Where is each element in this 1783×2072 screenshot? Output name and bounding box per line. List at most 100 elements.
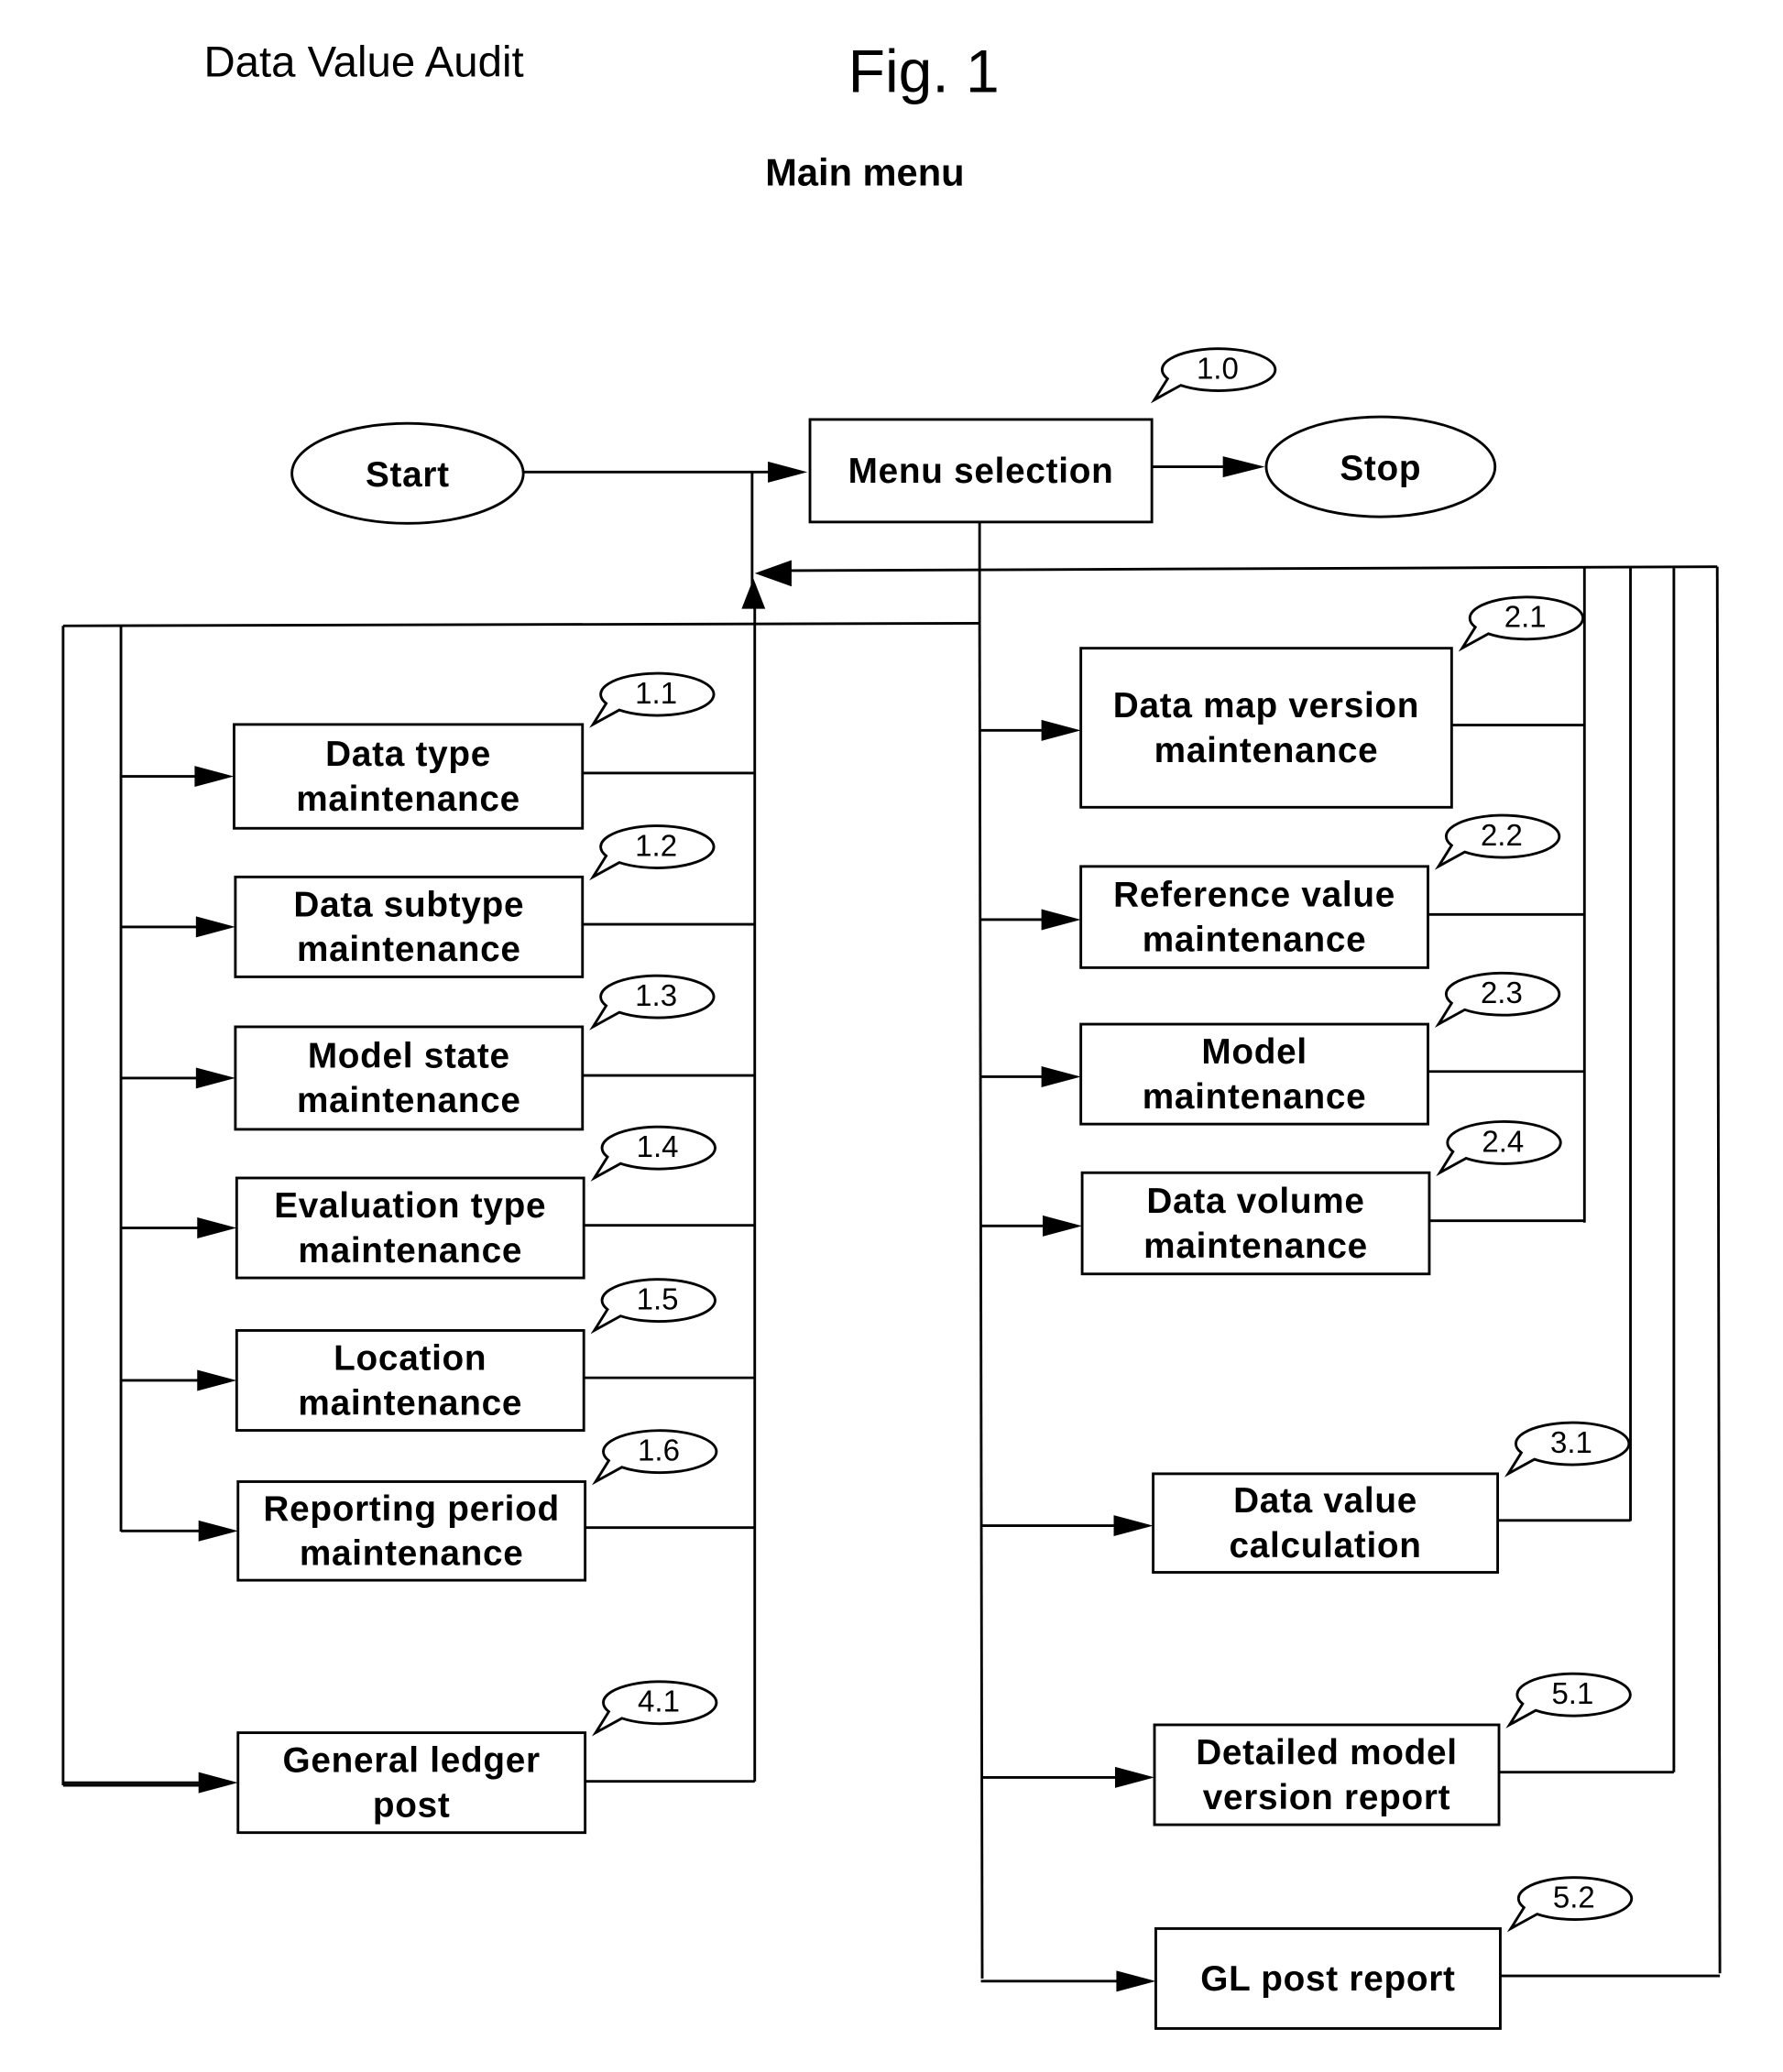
process-label-line: maintenance bbox=[1143, 920, 1367, 959]
process-label-line: Evaluation type bbox=[274, 1186, 546, 1226]
callout-2-3: 2.3 bbox=[1434, 971, 1561, 1028]
process-label-line: Location bbox=[334, 1339, 487, 1379]
right-feed-bus bbox=[978, 623, 984, 1979]
process-box-1-4[interactable]: Evaluation type maintenance bbox=[235, 1176, 585, 1280]
callout-ref: 2.1 bbox=[1504, 600, 1547, 634]
right-return-top bbox=[789, 565, 1718, 573]
feed-arrowhead bbox=[1041, 1066, 1081, 1087]
callout-2-2: 2.2 bbox=[1434, 813, 1561, 870]
process-label-line: Data subtype bbox=[293, 885, 524, 924]
callout-5-2: 5.2 bbox=[1506, 1876, 1634, 1933]
stop-label: Stop bbox=[1340, 449, 1421, 488]
right-process-group: Data map versionmaintenanceReference val… bbox=[1079, 647, 1502, 2030]
feed-arrowhead bbox=[198, 1772, 238, 1794]
callout-ref: 3.1 bbox=[1550, 1425, 1592, 1459]
process-label-line: Model state bbox=[308, 1036, 510, 1075]
process-label-line: Data value bbox=[1233, 1481, 1417, 1521]
process-box-5-2[interactable]: GL post report bbox=[1154, 1927, 1502, 2030]
diagram-title: Data Value Audit bbox=[203, 38, 523, 86]
callout-ref: 5.2 bbox=[1553, 1880, 1595, 1914]
process-label-line: maintenance bbox=[297, 1081, 521, 1120]
callout-ref: 2.4 bbox=[1482, 1124, 1524, 1158]
feed-arrowhead bbox=[198, 1520, 238, 1542]
process-label-line: Data map version bbox=[1113, 686, 1419, 725]
process-label-line: maintenance bbox=[300, 1534, 524, 1574]
menu-selection-box[interactable]: Menu selection bbox=[808, 418, 1154, 524]
process-label-line: post bbox=[373, 1785, 451, 1825]
feed-arrowhead bbox=[1041, 909, 1081, 931]
process-label-line: GL post report bbox=[1200, 1959, 1455, 1999]
process-label-line: Model bbox=[1201, 1032, 1307, 1072]
callout-1-1: 1.1 bbox=[589, 671, 716, 728]
process-label-line: Reporting period bbox=[263, 1489, 560, 1529]
arrow-into-menu bbox=[768, 461, 808, 483]
callout-ref: 1.2 bbox=[635, 828, 677, 862]
callout-2-4: 2.4 bbox=[1436, 1120, 1562, 1177]
process-box-1-2[interactable]: Data subtype maintenance bbox=[234, 875, 585, 978]
feed-arrowhead bbox=[197, 1217, 237, 1239]
callout-4-1: 4.1 bbox=[591, 1680, 718, 1737]
process-box-2-4[interactable]: Data volume maintenance bbox=[1080, 1171, 1431, 1276]
callout-3-1: 3.1 bbox=[1504, 1421, 1631, 1478]
feed-arrowhead bbox=[197, 1369, 237, 1391]
flowchart: Data Value Audit Fig. 1 Main menu Start … bbox=[61, 38, 1722, 2030]
process-box-4-1[interactable]: General ledgerpost bbox=[236, 1731, 587, 1835]
feed-arrowhead bbox=[195, 1067, 235, 1089]
process-box-1-3[interactable]: Model state maintenance bbox=[234, 1025, 585, 1131]
process-box-2-1[interactable]: Data map version maintenance bbox=[1079, 647, 1453, 809]
callout-2-1: 2.1 bbox=[1458, 595, 1585, 652]
callout-1-0: 1.0 bbox=[1150, 347, 1277, 404]
left-feed-line bbox=[62, 621, 980, 627]
feed-arrowhead bbox=[1043, 1215, 1083, 1237]
process-label-line: maintenance bbox=[1154, 731, 1379, 770]
callout-ref: 1.0 bbox=[1197, 351, 1239, 385]
diagram-subtitle: Main menu bbox=[765, 150, 964, 193]
callout-ref: 1.3 bbox=[635, 978, 677, 1012]
callout-ref: 5.1 bbox=[1551, 1676, 1593, 1710]
start-terminal[interactable]: Start bbox=[290, 421, 525, 525]
process-label-line: Reference value bbox=[1113, 876, 1395, 915]
callout-1-5: 1.5 bbox=[590, 1278, 716, 1335]
callout-1-4: 1.4 bbox=[590, 1125, 716, 1182]
stop-terminal[interactable]: Stop bbox=[1264, 415, 1497, 518]
process-box-5-1[interactable]: Detailed model version report bbox=[1153, 1723, 1501, 1827]
process-box-1-1[interactable]: Data type maintenance bbox=[233, 723, 585, 830]
start-label: Start bbox=[366, 455, 450, 495]
process-label-line: Detailed model bbox=[1196, 1733, 1458, 1772]
process-label-line: calculation bbox=[1229, 1526, 1421, 1565]
right-return-bus-52 bbox=[1715, 566, 1722, 1974]
callout-1-6: 1.6 bbox=[591, 1429, 718, 1486]
feed-arrowhead bbox=[195, 916, 235, 938]
menu-selection-label: Menu selection bbox=[848, 452, 1114, 491]
process-box-1-6[interactable]: Reporting period maintenance bbox=[236, 1480, 587, 1582]
arrow-into-stop bbox=[1222, 456, 1265, 478]
callout-ref: 4.1 bbox=[638, 1685, 680, 1718]
figure-label: Fig. 1 bbox=[848, 38, 1000, 105]
feed-arrowhead bbox=[1041, 719, 1081, 741]
callout-1-3: 1.3 bbox=[589, 974, 716, 1031]
process-box-3-1[interactable]: Data value calculation bbox=[1152, 1472, 1500, 1574]
feed-arrowhead bbox=[1116, 1970, 1156, 1992]
feed-arrowhead bbox=[194, 766, 235, 788]
arrow-return-right bbox=[754, 560, 792, 587]
left-process-group: Data type maintenance Data subtype maintena… bbox=[233, 723, 587, 1835]
feed-arrowhead bbox=[1113, 1515, 1154, 1537]
callout-ref: 1.4 bbox=[637, 1129, 679, 1163]
process-label-line: maintenance bbox=[1143, 1077, 1367, 1117]
process-label-line: maintenance bbox=[296, 780, 520, 819]
feed-arrowhead bbox=[1114, 1766, 1155, 1788]
process-label-line: Data type bbox=[325, 735, 491, 774]
callout-ref: 2.2 bbox=[1481, 818, 1523, 852]
callout-5-1: 5.1 bbox=[1505, 1672, 1632, 1728]
process-box-2-2[interactable]: Reference value maintenance bbox=[1079, 865, 1429, 969]
process-label-line: maintenance bbox=[1143, 1227, 1368, 1266]
callout-group: 1.0 1.1 1.2 1.3 1.4 1.5 1.6 4.1 2.1 2.2 2.3 2.4 3.1 5… bbox=[589, 347, 1634, 1933]
process-box-2-3[interactable]: Model maintenance bbox=[1079, 1022, 1429, 1126]
process-box-1-5[interactable]: Locationmaintenance bbox=[235, 1329, 585, 1432]
callout-ref: 1.6 bbox=[638, 1434, 680, 1467]
process-label-line: version report bbox=[1203, 1778, 1451, 1817]
process-label-line: maintenance bbox=[297, 930, 521, 969]
process-label-line: Data volume bbox=[1146, 1182, 1364, 1221]
callout-ref: 1.5 bbox=[637, 1282, 679, 1316]
arrow-return-up bbox=[741, 578, 766, 609]
